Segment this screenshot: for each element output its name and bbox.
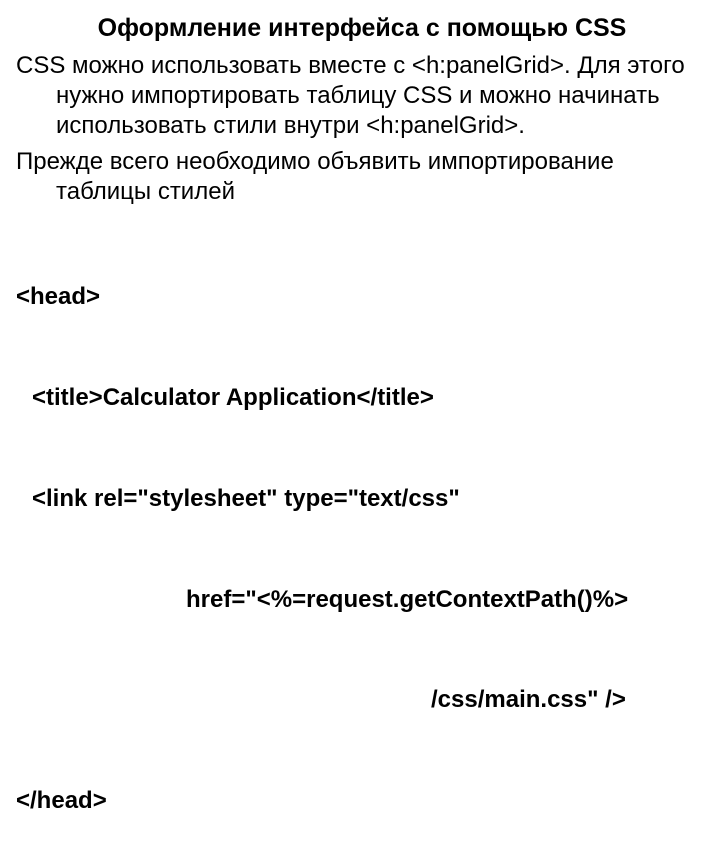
code-line-head-close: </head> bbox=[16, 784, 708, 818]
code-block: <head> <title>Calculator Application</ti… bbox=[16, 213, 708, 851]
paragraph-intro: CSS можно использовать вместе с <h:panel… bbox=[16, 51, 708, 141]
code-line-title: <title>Calculator Application</title> bbox=[16, 381, 708, 415]
code-line-link-open: <link rel="stylesheet" type="text/css" bbox=[16, 482, 708, 516]
page-title: Оформление интерфейса с помощью CSS bbox=[16, 14, 708, 43]
code-line-css-path: /css/main.css" /> bbox=[16, 683, 708, 717]
code-line-href: href="<%=request.getContextPath()%> bbox=[16, 583, 708, 617]
paragraph-declare: Прежде всего необходимо объявить импорти… bbox=[16, 147, 708, 207]
code-line-head-open: <head> bbox=[16, 280, 708, 314]
